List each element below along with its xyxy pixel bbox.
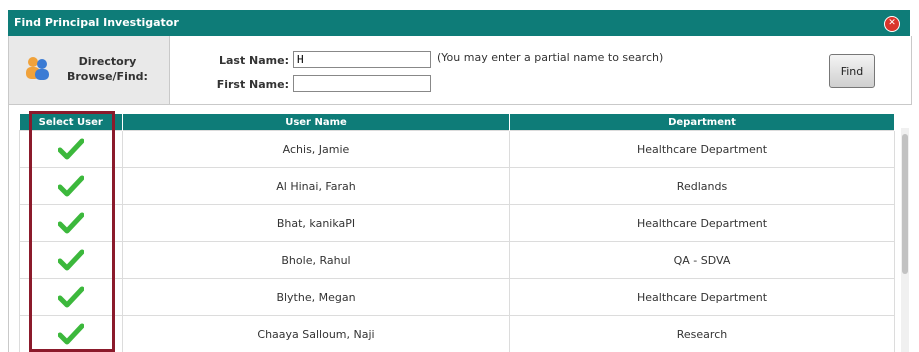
select-user-cell bbox=[19, 130, 123, 168]
col-header-department: Department bbox=[509, 114, 895, 131]
checkmark-icon[interactable] bbox=[58, 286, 84, 308]
checkmark-icon[interactable] bbox=[58, 323, 84, 345]
directory-label: Directory Browse/Find: bbox=[67, 55, 148, 83]
user-name-cell: Bhat, kanikaPI bbox=[122, 204, 510, 242]
dialog-title: Find Principal Investigator bbox=[14, 16, 179, 29]
select-user-cell bbox=[19, 278, 123, 316]
users-icon bbox=[26, 57, 49, 80]
table-header-row: Select User User Name Department bbox=[19, 114, 895, 131]
select-user-cell bbox=[19, 167, 123, 205]
checkmark-icon[interactable] bbox=[58, 138, 84, 160]
vertical-scrollbar[interactable] bbox=[901, 128, 909, 352]
table-row: Achis, Jamie Healthcare Department bbox=[19, 130, 895, 168]
first-name-label: First Name: bbox=[216, 78, 289, 91]
col-header-select: Select User bbox=[19, 114, 123, 131]
results-panel: Select User User Name Department Achis, … bbox=[8, 104, 911, 352]
department-cell: Research bbox=[509, 315, 895, 352]
user-name-cell: Achis, Jamie bbox=[122, 130, 510, 168]
search-panel: Directory Browse/Find: Last Name: First … bbox=[8, 36, 912, 105]
select-user-cell bbox=[19, 315, 123, 352]
last-name-label: Last Name: bbox=[218, 54, 289, 67]
user-name-cell: Bhole, Rahul bbox=[122, 241, 510, 279]
last-name-input[interactable] bbox=[293, 51, 431, 68]
table-row: Blythe, Megan Healthcare Department bbox=[19, 278, 895, 316]
select-user-cell bbox=[19, 204, 123, 242]
table-row: Bhat, kanikaPI Healthcare Department bbox=[19, 204, 895, 242]
search-hint: (You may enter a partial name to search) bbox=[437, 51, 664, 64]
user-name-cell: Al Hinai, Farah bbox=[122, 167, 510, 205]
department-cell: Healthcare Department bbox=[509, 278, 895, 316]
table-row: Chaaya Salloum, Naji Research bbox=[19, 315, 895, 352]
table-row: Bhole, Rahul QA - SDVA bbox=[19, 241, 895, 279]
department-cell: Healthcare Department bbox=[509, 130, 895, 168]
first-name-input[interactable] bbox=[293, 75, 431, 92]
department-cell: Healthcare Department bbox=[509, 204, 895, 242]
directory-panel: Directory Browse/Find: bbox=[9, 36, 170, 104]
scrollbar-thumb[interactable] bbox=[902, 134, 908, 274]
department-cell: QA - SDVA bbox=[509, 241, 895, 279]
user-name-cell: Chaaya Salloum, Naji bbox=[122, 315, 510, 352]
find-button[interactable]: Find bbox=[829, 54, 875, 88]
checkmark-icon[interactable] bbox=[58, 249, 84, 271]
select-user-cell bbox=[19, 241, 123, 279]
department-cell: Redlands bbox=[509, 167, 895, 205]
close-icon[interactable]: ✕ bbox=[884, 16, 900, 32]
user-name-cell: Blythe, Megan bbox=[122, 278, 510, 316]
table-row: Al Hinai, Farah Redlands bbox=[19, 167, 895, 205]
dialog-titlebar: Find Principal Investigator ✕ bbox=[8, 10, 910, 36]
results-table: Select User User Name Department Achis, … bbox=[19, 114, 895, 352]
checkmark-icon[interactable] bbox=[58, 212, 84, 234]
find-pi-dialog: Find Principal Investigator ✕ Directory … bbox=[0, 0, 919, 352]
checkmark-icon[interactable] bbox=[58, 175, 84, 197]
col-header-username: User Name bbox=[122, 114, 510, 131]
